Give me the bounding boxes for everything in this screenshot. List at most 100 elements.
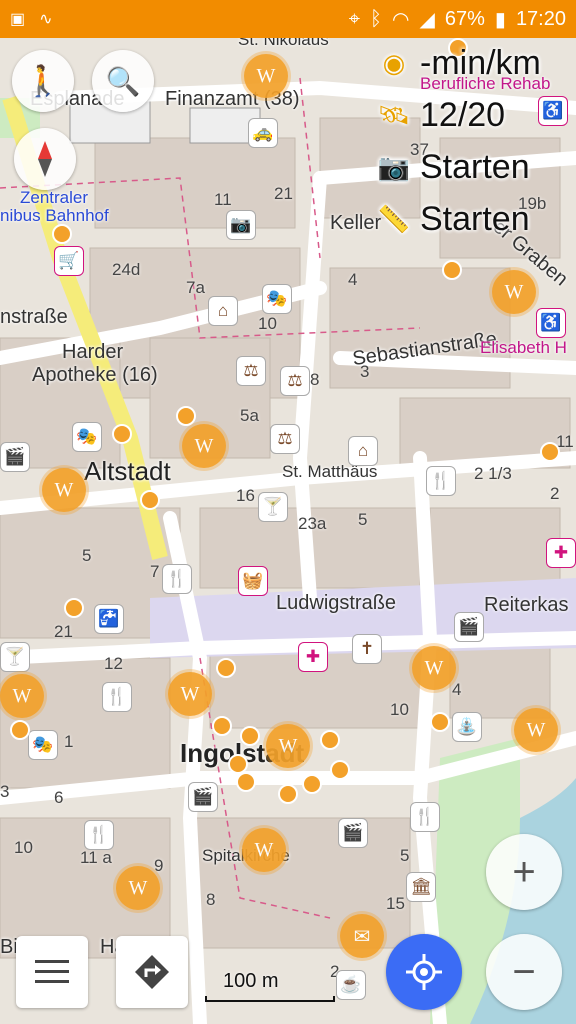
map-label-reiterkaserne: Reiterkas — [484, 594, 569, 616]
restaurant-icon[interactable]: 🍴 — [426, 466, 456, 496]
theatre-icon[interactable]: 🎭 — [262, 284, 292, 314]
bar-icon[interactable]: 🍸 — [258, 492, 288, 522]
poi-dot[interactable] — [442, 260, 462, 280]
cinema-icon[interactable]: 🎬 — [0, 442, 30, 472]
wikipedia-marker[interactable]: W — [116, 866, 160, 910]
cinema-icon-4[interactable]: 🎬 — [338, 818, 368, 848]
scale-line — [205, 996, 335, 1002]
wikipedia-marker[interactable]: W — [412, 646, 456, 690]
map-label-apotheke: Apotheke (16) — [32, 364, 158, 386]
poi-dot[interactable] — [140, 490, 160, 510]
poi-dot[interactable] — [216, 658, 236, 678]
clock: 17:20 — [515, 7, 566, 30]
wikipedia-marker[interactable]: W — [244, 54, 288, 98]
shop-basket-icon[interactable]: 🧺 — [238, 566, 268, 596]
house-number: 3 — [0, 782, 10, 801]
house-number: 11 a — [80, 848, 112, 867]
wikipedia-marker[interactable]: W — [242, 828, 286, 872]
wikipedia-marker[interactable]: ✉ — [340, 914, 384, 958]
profile-walk-button[interactable]: 🚶 — [12, 50, 74, 112]
cinema-icon-3[interactable]: 🎬 — [188, 782, 218, 812]
house-number: 4 — [348, 270, 358, 289]
wikipedia-marker[interactable]: W — [514, 708, 558, 752]
route-icon — [135, 955, 169, 989]
courthouse-icon[interactable]: ⚖ — [236, 356, 266, 386]
photo-label: Starten — [420, 148, 530, 186]
poi-dot[interactable] — [228, 754, 248, 774]
menu-icon — [35, 960, 69, 983]
poi-dot[interactable] — [52, 224, 72, 244]
gps-value: 12/20 — [420, 96, 506, 134]
wikipedia-marker[interactable]: W — [0, 674, 44, 718]
photo-shop-icon[interactable]: 📷 — [226, 210, 256, 240]
poi-dot[interactable] — [320, 730, 340, 750]
bar-icon-2[interactable]: 🍸 — [0, 642, 30, 672]
poi-dot[interactable] — [212, 716, 232, 736]
shopping-cart-icon[interactable]: 🛒 — [54, 246, 84, 276]
house-number: 24d — [112, 260, 141, 279]
zoom-in-button[interactable]: + — [486, 834, 562, 910]
poi-dot[interactable] — [302, 774, 322, 794]
speedometer-icon: ◉ — [382, 48, 406, 78]
courthouse-icon-2[interactable]: ⚖ — [280, 366, 310, 396]
theatre-icon-2[interactable]: 🎭 — [28, 730, 58, 760]
wheelchair-icon[interactable]: ♿ — [538, 96, 568, 126]
my-location-button[interactable] — [386, 934, 462, 1010]
house-number: 5 — [82, 546, 92, 565]
pharmacy-icon[interactable]: ✚ — [546, 538, 576, 568]
poi-dot[interactable] — [236, 772, 256, 792]
poi-dot[interactable] — [64, 598, 84, 618]
route-button[interactable] — [116, 936, 188, 1008]
compass-button[interactable] — [14, 128, 76, 190]
drinking-water-icon[interactable]: 🚰 — [94, 604, 124, 634]
church-book-icon[interactable]: ✝ — [352, 634, 382, 664]
taxi-icon[interactable]: 🚕 — [248, 118, 278, 148]
wikipedia-marker[interactable]: W — [42, 468, 86, 512]
ruler-widget[interactable]: 📏 Starten — [378, 200, 530, 239]
wikipedia-marker[interactable]: W — [266, 724, 310, 768]
poi-dot[interactable] — [240, 726, 260, 746]
cafe-icon[interactable]: ☕ — [336, 970, 366, 1000]
restaurant-icon-3[interactable]: 🍴 — [102, 682, 132, 712]
house-number: 15 — [386, 894, 405, 913]
restaurant-icon-5[interactable]: 🍴 — [410, 802, 440, 832]
map-label-omnibus: nibus Bahnhof — [0, 206, 109, 225]
house-number: 8 — [310, 370, 320, 389]
poi-dot[interactable] — [330, 760, 350, 780]
poi-dot[interactable] — [112, 424, 132, 444]
house-number: 10 — [258, 314, 277, 333]
poi-dot[interactable] — [176, 406, 196, 426]
museum-icon[interactable]: 🏛 — [406, 872, 436, 902]
courthouse-icon-3[interactable]: ⚖ — [270, 424, 300, 454]
photo-widget[interactable]: 📷 Starten — [378, 148, 530, 187]
wheelchair-icon-2[interactable]: ♿ — [536, 308, 566, 338]
ruler-label: Starten — [420, 200, 530, 238]
house-number: 21 — [274, 184, 293, 203]
status-bar: ▣ ∿ ⌖ ᛒ ◠ ◢ 67% ▮ 17:20 — [0, 0, 576, 38]
restaurant-icon-2[interactable]: 🍴 — [162, 564, 192, 594]
map-label-elisabeth: Elisabeth H — [480, 338, 567, 357]
wifi-icon: ◠ — [392, 8, 410, 31]
gps-widget[interactable]: 🛰 12/20 — [378, 96, 506, 135]
poi-dot[interactable] — [10, 720, 30, 740]
doctor-icon[interactable]: ✚ — [298, 642, 328, 672]
poi-dot[interactable] — [540, 442, 560, 462]
my-location-icon — [406, 954, 442, 990]
wikipedia-marker[interactable]: W — [168, 672, 212, 716]
battery-percent: 67% — [444, 7, 485, 30]
search-button[interactable]: 🔍 — [92, 50, 154, 112]
fountain-icon[interactable]: ⛲ — [452, 712, 482, 742]
cinema-icon-2[interactable]: 🎬 — [454, 612, 484, 642]
library-icon[interactable]: ⌂ — [348, 436, 378, 466]
menu-button[interactable] — [16, 936, 88, 1008]
poi-dot[interactable] — [430, 712, 450, 732]
zoom-out-button[interactable]: − — [486, 934, 562, 1010]
townhall-icon[interactable]: ⌂ — [208, 296, 238, 326]
theatre-masks-icon[interactable]: 🎭 — [72, 422, 102, 452]
poi-dot[interactable] — [278, 784, 298, 804]
speed-widget[interactable]: ◉ -min/km — [378, 44, 541, 83]
wikipedia-marker[interactable]: W — [182, 424, 226, 468]
wikipedia-marker[interactable]: W — [492, 270, 536, 314]
restaurant-icon-4[interactable]: 🍴 — [84, 820, 114, 850]
minus-icon: − — [512, 949, 536, 994]
